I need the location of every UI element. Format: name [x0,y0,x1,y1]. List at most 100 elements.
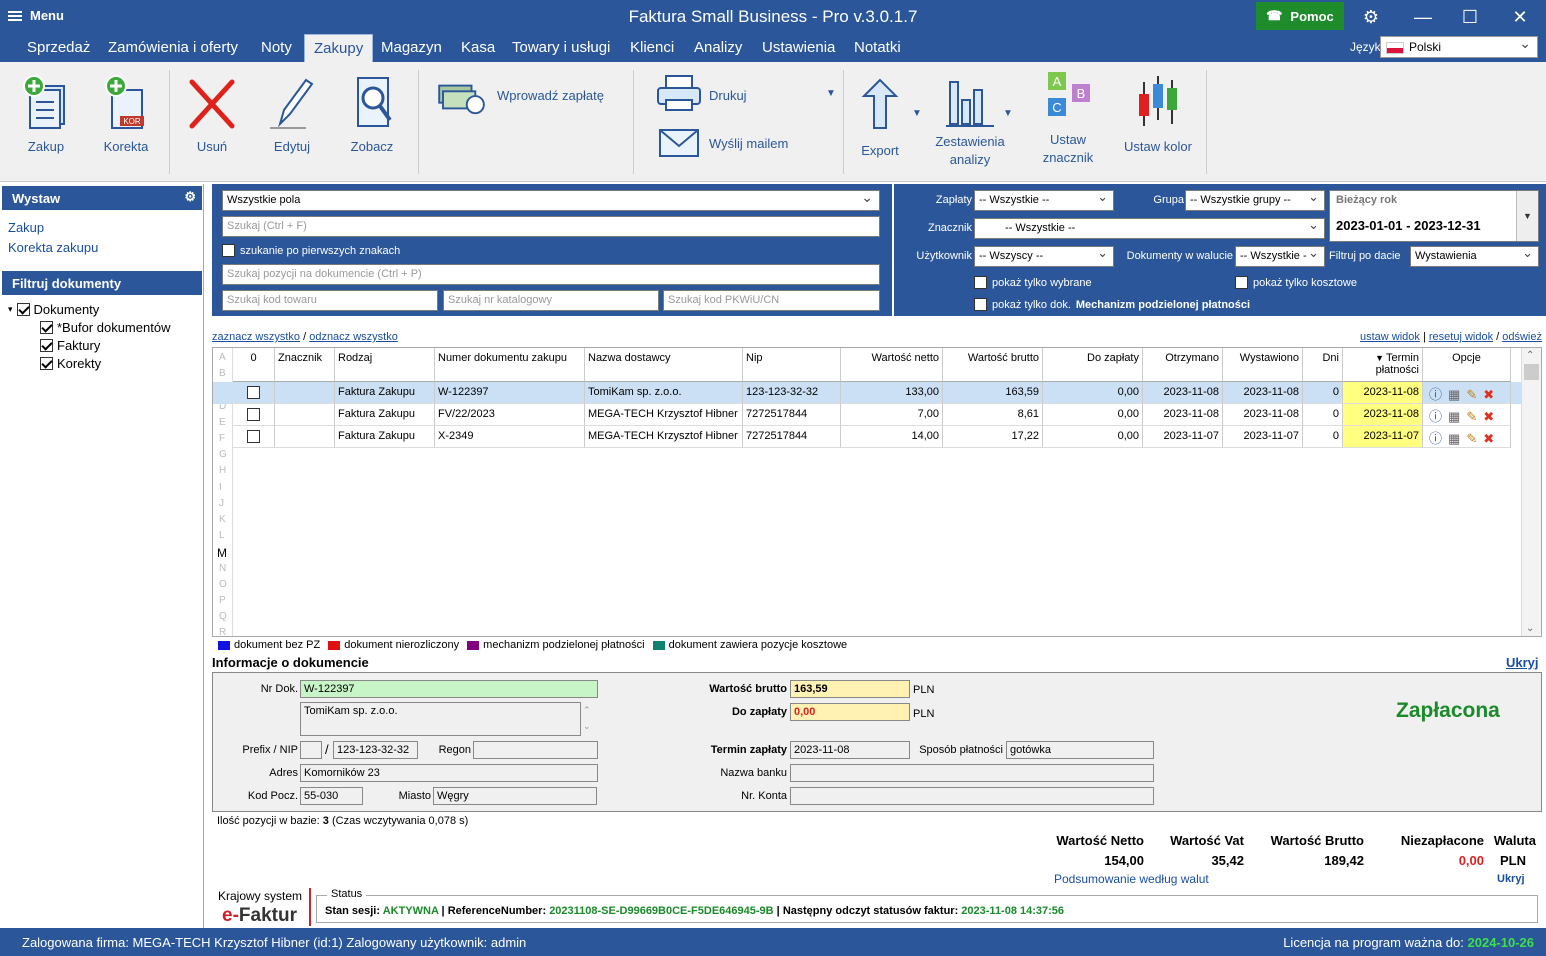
hdr-znacznik[interactable]: Znacznik [275,348,335,382]
grupa-select[interactable]: -- Wszystkie grupy -- [1185,189,1325,211]
tree-item-dokumenty[interactable]: ▾ Dokumenty [8,302,99,317]
hdr-otrzymano[interactable]: Otrzymano [1143,348,1223,382]
tree-expand-icon[interactable]: ▾ [8,304,13,315]
minimize-button[interactable]: — [1408,4,1438,30]
hdr-wystawiono[interactable]: Wystawiono [1223,348,1303,382]
row-select-cell[interactable] [233,404,275,426]
alphabet-letter[interactable]: O [219,579,227,590]
tab-zamowienia[interactable]: Zamówienia i oferty [99,34,247,62]
hdr-dni[interactable]: Dni [1303,348,1343,382]
maximize-button[interactable]: ☐ [1455,4,1485,30]
edit-pencil-icon[interactable]: ✎ [1466,409,1477,424]
zakup-button[interactable]: Zakup [18,72,74,154]
hdr-select[interactable]: 0 [233,348,275,382]
tab-kasa[interactable]: Kasa [452,34,504,62]
wprowadz-zaplate-button[interactable]: Wprowadź zapłatę [434,78,614,118]
pokaz-wybrane-checkbox[interactable] [974,276,987,289]
tab-analizy[interactable]: Analizy [685,34,751,62]
row-select-cell[interactable] [233,382,275,404]
pokaz-mpp-checkbox[interactable] [974,298,987,311]
preview-icon[interactable]: ▦ [1448,409,1460,424]
zaplaty-select[interactable]: -- Wszystkie -- [974,189,1114,211]
waluta-select[interactable]: -- Wszystkie - [1235,245,1325,267]
delete-icon[interactable]: ✖ [1483,431,1494,446]
help-button[interactable]: ☎ Pomoc [1256,2,1344,30]
grid-scrollbar[interactable]: ⌃ ⌄ [1521,348,1541,636]
tab-noty[interactable]: Noty [252,34,301,62]
pokaz-kosztowe-checkbox[interactable] [1235,276,1248,289]
hdr-termin[interactable]: ▼ Termin płatności [1343,348,1423,382]
scroll-down-icon[interactable]: ⌄ [1526,623,1534,634]
catalog-number-input[interactable]: Szukaj nr katalogowy [443,290,659,311]
drukuj-button[interactable]: Drukuj [656,74,826,114]
period-selector[interactable]: Bieżący rok 2023-01-01 - 2023-12-31 ▼ [1329,190,1539,242]
zestawienia-analizy-button[interactable]: Zestawienia analizy [930,72,1010,169]
row-select-cell[interactable] [233,426,275,448]
uzytkownik-select[interactable]: -- Wszyscy -- [974,245,1114,267]
alphabet-letter[interactable]: N [219,563,226,574]
hdr-numer[interactable]: Numer dokumentu zakupu [435,348,585,382]
alphabet-letter[interactable]: K [219,514,226,525]
summary-hide-link[interactable]: Ukryj [1497,873,1525,885]
reset-view-link[interactable]: resetuj widok [1429,331,1493,343]
ustaw-kolor-button[interactable]: Ustaw kolor [1118,72,1198,154]
tree-checkbox[interactable] [40,357,53,370]
alphabet-letter[interactable]: H [219,465,226,476]
tab-klienci[interactable]: Klienci [621,34,683,62]
usun-button[interactable]: Usuń [184,72,240,154]
info-icon[interactable]: ⓘ [1429,431,1442,446]
hdr-brutto[interactable]: Wartość brutto [943,348,1043,382]
gear-icon[interactable]: ⚙ [184,189,196,205]
alphabet-letter[interactable]: M [217,546,227,560]
info-icon[interactable]: ⓘ [1429,387,1442,402]
first-chars-option[interactable]: szukanie po pierwszych znakach [222,244,400,257]
tree-checkbox[interactable] [40,321,53,334]
select-all-link[interactable]: zaznacz wszystko [212,331,300,343]
hdr-nip[interactable]: Nip [743,348,841,382]
edit-pencil-icon[interactable]: ✎ [1466,387,1477,402]
language-select[interactable]: Polski [1380,35,1538,58]
product-code-input[interactable]: Szukaj kod towaru [222,290,438,311]
search-field-select[interactable]: Wszystkie pola [222,189,880,211]
tree-item-faktury[interactable]: Faktury [40,338,100,353]
search-input[interactable]: Szukaj (Ctrl + F) [222,216,880,237]
alphabet-letter[interactable]: B [219,368,226,379]
edytuj-button[interactable]: Edytuj [264,72,320,154]
period-dropdown-icon[interactable]: ▼ [1516,191,1538,241]
tree-item-bufor[interactable]: *Bufor dokumentów [40,320,170,335]
table-row[interactable]: Faktura Zakupu W-122397 TomiKam sp. z.o.o.… [213,382,1523,404]
pokaz-mpp-option[interactable]: pokaż tylko dok. Mechanizm podzielonej pł… [974,298,1250,311]
refresh-link[interactable]: odśwież [1502,331,1542,343]
pokaz-kosztowe-option[interactable]: pokaż tylko kosztowe [1235,276,1357,289]
alphabet-letter[interactable]: A [219,352,226,363]
alphabet-letter[interactable]: R [219,627,226,638]
first-chars-checkbox[interactable] [222,244,235,257]
pkwiu-input[interactable]: Szukaj kod PKWiU/CN [663,290,880,311]
tab-ustawienia[interactable]: Ustawienia [753,34,844,62]
preview-icon[interactable]: ▦ [1448,431,1460,446]
tab-zakupy[interactable]: Zakupy [304,34,374,62]
export-button[interactable]: Export [854,76,906,158]
wyslij-mailem-button[interactable]: Wyślij mailem [656,122,836,162]
hdr-opcje[interactable]: Opcje [1423,348,1511,382]
delete-icon[interactable]: ✖ [1483,409,1494,424]
alphabet-letter[interactable]: G [219,449,227,460]
tab-towary[interactable]: Towary i usługi [503,34,619,62]
table-row[interactable]: Faktura Zakupu FV/22/2023 MEGA-TECH Krzysz… [213,404,1523,426]
tab-magazyn[interactable]: Magazyn [372,34,451,62]
wystaw-zakup-link[interactable]: Zakup [8,220,44,235]
alphabet-letter[interactable]: L [219,530,225,541]
pokaz-wybrane-option[interactable]: pokaż tylko wybrane [974,276,1092,289]
drukuj-dropdown-icon[interactable]: ▼ [826,88,836,99]
hdr-rodzaj[interactable]: Rodzaj [335,348,435,382]
settings-gear-icon[interactable]: ⚙ [1356,4,1386,30]
hdr-netto[interactable]: Wartość netto [841,348,943,382]
deselect-all-link[interactable]: odznacz wszystko [309,331,398,343]
filtruj-select[interactable]: Wystawienia [1410,245,1539,267]
alphabet-letter[interactable]: Q [219,611,227,622]
alphabet-letter[interactable]: I [219,482,222,493]
summary-by-currency-link[interactable]: Podsumowanie według walut [1054,872,1209,886]
zestawienia-dropdown-icon[interactable]: ▼ [1003,108,1013,119]
tab-sprzedaz[interactable]: Sprzedaż [18,34,99,62]
delete-icon[interactable]: ✖ [1483,387,1494,402]
